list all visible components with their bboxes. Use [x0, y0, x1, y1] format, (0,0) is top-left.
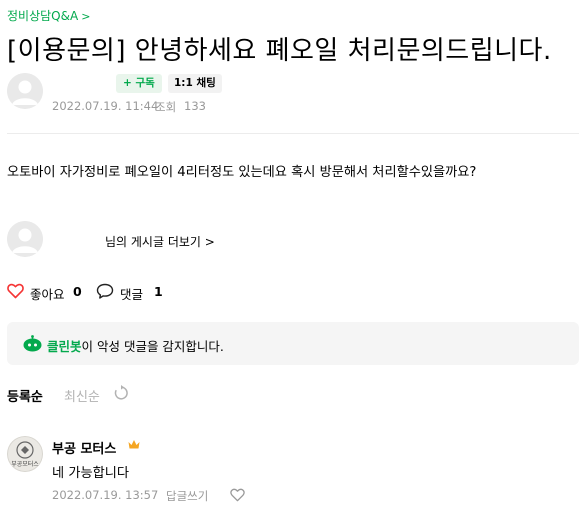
sort-latest-label: 최신순: [64, 390, 100, 405]
board-link-label: 정비상담Q&A: [7, 9, 79, 23]
comment-text: 네 가능합니다: [52, 466, 129, 481]
divider: [7, 133, 579, 134]
board-link[interactable]: 정비상담Q&A >: [7, 7, 90, 24]
like-button[interactable]: [7, 283, 24, 299]
speech-bubble-icon: [96, 283, 114, 299]
reply-button[interactable]: 답글쓰기: [166, 488, 208, 504]
heart-outline-icon: [230, 488, 245, 502]
post-date: 2022.07.19. 11:44: [52, 99, 159, 113]
comment-avatar-caption: 부공모터스: [11, 461, 39, 468]
sort-registered-tab[interactable]: 등록순: [7, 386, 43, 405]
chat-button[interactable]: 1:1 채팅: [168, 74, 222, 93]
author-avatar[interactable]: [7, 73, 43, 109]
page-title: [이용문의] 안녕하세요 폐오일 처리문의드립니다.: [7, 36, 552, 66]
chevron-right-icon: >: [81, 10, 91, 23]
comment-date: 2022.07.19. 13:57: [52, 488, 159, 502]
comment-author[interactable]: 부공 모터스: [52, 438, 116, 457]
sort-latest-tab[interactable]: 최신순: [64, 386, 100, 405]
views-count: 133: [184, 99, 206, 113]
like-count: 0: [73, 284, 82, 299]
comment-label: 댓글: [120, 287, 144, 302]
crown-icon: [128, 439, 140, 450]
cleanbot-icon: [23, 335, 42, 352]
comment-toggle[interactable]: [96, 283, 114, 300]
comment-like-button[interactable]: [230, 488, 245, 502]
author-posts-link[interactable]: 님의 게시글 더보기 >: [105, 233, 215, 250]
author-box-avatar[interactable]: [7, 221, 43, 257]
comment-count: 1: [154, 284, 163, 299]
like-label: 좋아요: [30, 287, 65, 302]
default-profile-icon: [7, 221, 43, 257]
views-label: 조회: [155, 100, 177, 114]
refresh-icon[interactable]: [113, 385, 129, 401]
cleanbot-message: 클린봇이 악성 댓글을 감지합니다.: [47, 336, 224, 355]
chevron-right-icon: >: [204, 235, 215, 249]
author-posts-label: 님의 게시글 더보기: [105, 235, 201, 249]
post-body: 오토바이 자가정비로 폐오일이 4리터정도 있는데요 혹시 방문해서 처리할수있…: [7, 165, 477, 180]
heart-icon: [7, 283, 24, 299]
cleanbot-name: 클린봇: [47, 339, 82, 354]
cleanbot-text: 이 악성 댓글을 감지합니다.: [81, 339, 224, 354]
subscribe-button[interactable]: + 구독: [116, 74, 162, 93]
default-profile-icon: [7, 73, 43, 109]
